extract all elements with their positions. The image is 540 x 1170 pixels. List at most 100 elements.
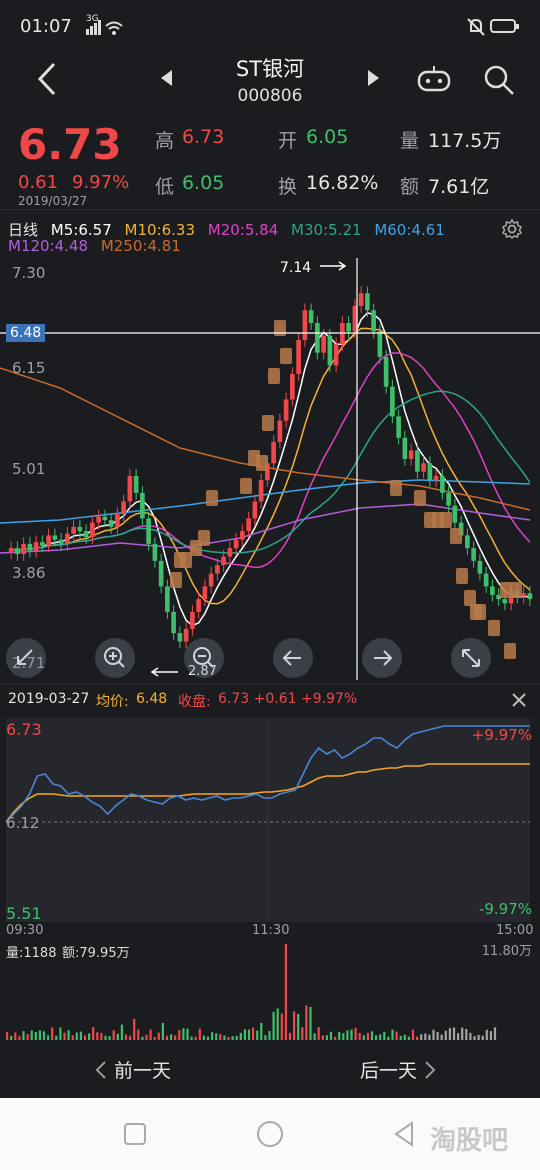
- volume-bar: [268, 1030, 271, 1040]
- td-count-marker: [510, 582, 522, 598]
- volume-bar: [428, 1034, 431, 1040]
- volume-bar: [379, 1034, 382, 1040]
- candle-body: [502, 599, 508, 604]
- td-count-marker: [450, 528, 462, 544]
- volume-bar: [63, 1032, 66, 1040]
- volume-bar: [305, 1005, 308, 1040]
- next-day-button[interactable]: 后一天: [360, 1056, 437, 1083]
- candle-body: [315, 322, 320, 353]
- td-count-marker: [488, 620, 500, 636]
- td-count-marker: [504, 643, 516, 659]
- kline-y-label-1: 7.30: [12, 264, 46, 282]
- candle-body: [77, 526, 83, 532]
- back-arrow-icon[interactable]: [34, 62, 60, 96]
- candle-body: [421, 463, 426, 472]
- volume-bar: [51, 1027, 54, 1040]
- td-count-marker: [240, 478, 252, 494]
- volume-bar: [34, 1032, 37, 1040]
- candle-body: [15, 548, 20, 555]
- status-bar: 01:07 3G: [0, 0, 540, 52]
- close-label: 收盘:: [178, 694, 211, 710]
- volume-bar: [18, 1036, 21, 1040]
- volume-bar: [215, 1033, 218, 1040]
- ma20-label: M20:5.84: [207, 221, 279, 239]
- candle-body: [52, 535, 58, 540]
- settings-gear-icon[interactable]: [502, 219, 522, 239]
- td-count-marker: [440, 512, 452, 528]
- fullscreen-button[interactable]: [451, 638, 491, 678]
- volume-bar: [461, 1027, 464, 1040]
- price-change: 0.61: [18, 172, 59, 193]
- volume-bar: [321, 1035, 324, 1040]
- volume-bar: [104, 1035, 107, 1040]
- volume-bar: [383, 1031, 386, 1040]
- volume-bar: [116, 1033, 119, 1040]
- td-count-marker: [414, 490, 426, 506]
- candle-body: [527, 593, 533, 600]
- volume-bar: [223, 1035, 226, 1040]
- collapse-chart-button[interactable]: [6, 638, 46, 678]
- prev-day-label: 前一天: [114, 1060, 172, 1082]
- volume-bar: [10, 1035, 13, 1040]
- volume-bar: [120, 1024, 123, 1040]
- td-count-marker: [256, 455, 268, 471]
- signal-wifi-icon: [86, 20, 123, 35]
- intraday-top-pct: +9.97%: [471, 726, 532, 744]
- volume-bar: [170, 1034, 173, 1040]
- volume-bar: [141, 1036, 144, 1040]
- close-icon[interactable]: [510, 691, 528, 709]
- volume-bar: [247, 1029, 251, 1040]
- candle-body: [215, 565, 220, 574]
- candle-body: [396, 416, 401, 438]
- zoom-out-button[interactable]: [184, 638, 224, 678]
- intraday-bottom-pct: -9.97%: [478, 900, 532, 918]
- candle-body: [158, 560, 164, 587]
- intraday-chart[interactable]: 6.73 6.12 5.51 +9.97% -9.97% 09:30 11:30…: [0, 714, 540, 940]
- arrow-left-icon: [282, 650, 301, 666]
- candle-body: [108, 520, 114, 527]
- volume-bar: [202, 1035, 205, 1040]
- ma60-label: M60:4.61: [374, 221, 445, 239]
- volume-bar: [252, 1027, 255, 1040]
- candle-body: [277, 420, 283, 442]
- ma250-label: M250:4.81: [100, 237, 181, 255]
- volume-bar: [493, 1027, 497, 1040]
- volume-bar: [313, 1033, 316, 1040]
- candle-body: [346, 322, 351, 332]
- td-count-marker: [464, 590, 476, 606]
- volume-bar: [71, 1035, 74, 1040]
- candle-body: [340, 322, 345, 345]
- volume-bar: [108, 1036, 111, 1040]
- avg-label: 均价:: [96, 694, 129, 710]
- candle-body: [327, 335, 333, 366]
- zoom-in-button[interactable]: [95, 638, 135, 678]
- scroll-left-button[interactable]: [273, 638, 313, 678]
- td-count-marker: [456, 568, 468, 584]
- volume-bar: [239, 1032, 242, 1040]
- day-navigation: 前一天 后一天: [0, 1042, 540, 1098]
- kline-chart[interactable]: 7.30 6.15 5.01 3.86 2.71 6.48 7.14 2.87: [0, 258, 540, 680]
- watermark: 淘股吧: [430, 1126, 509, 1156]
- ma5-line: [10, 311, 530, 627]
- search-icon[interactable]: [482, 63, 516, 97]
- volume-bar: [256, 1030, 259, 1040]
- home-icon[interactable]: [256, 1120, 284, 1148]
- volume-bar: [100, 1032, 103, 1040]
- prev-day-button[interactable]: 前一天: [94, 1056, 171, 1083]
- candle-body: [483, 573, 489, 587]
- amount-value: 7.61亿: [428, 176, 490, 198]
- amount-label: 额: [400, 176, 420, 198]
- volume-bar: [137, 1029, 140, 1040]
- volume-bar: [186, 1028, 189, 1040]
- volume-bar: [227, 1036, 230, 1040]
- volume-bar: [149, 1029, 152, 1040]
- volume-bar: [469, 1032, 472, 1040]
- intraday-bottom-price: 5.51: [6, 904, 42, 923]
- robot-icon[interactable]: [416, 64, 452, 94]
- back-icon[interactable]: [392, 1120, 416, 1148]
- next-stock-icon[interactable]: [364, 68, 382, 88]
- scroll-right-button[interactable]: [362, 638, 402, 678]
- volume-bar: [211, 1032, 214, 1040]
- chevron-right-icon: [425, 1061, 436, 1079]
- recent-apps-icon[interactable]: [123, 1122, 147, 1146]
